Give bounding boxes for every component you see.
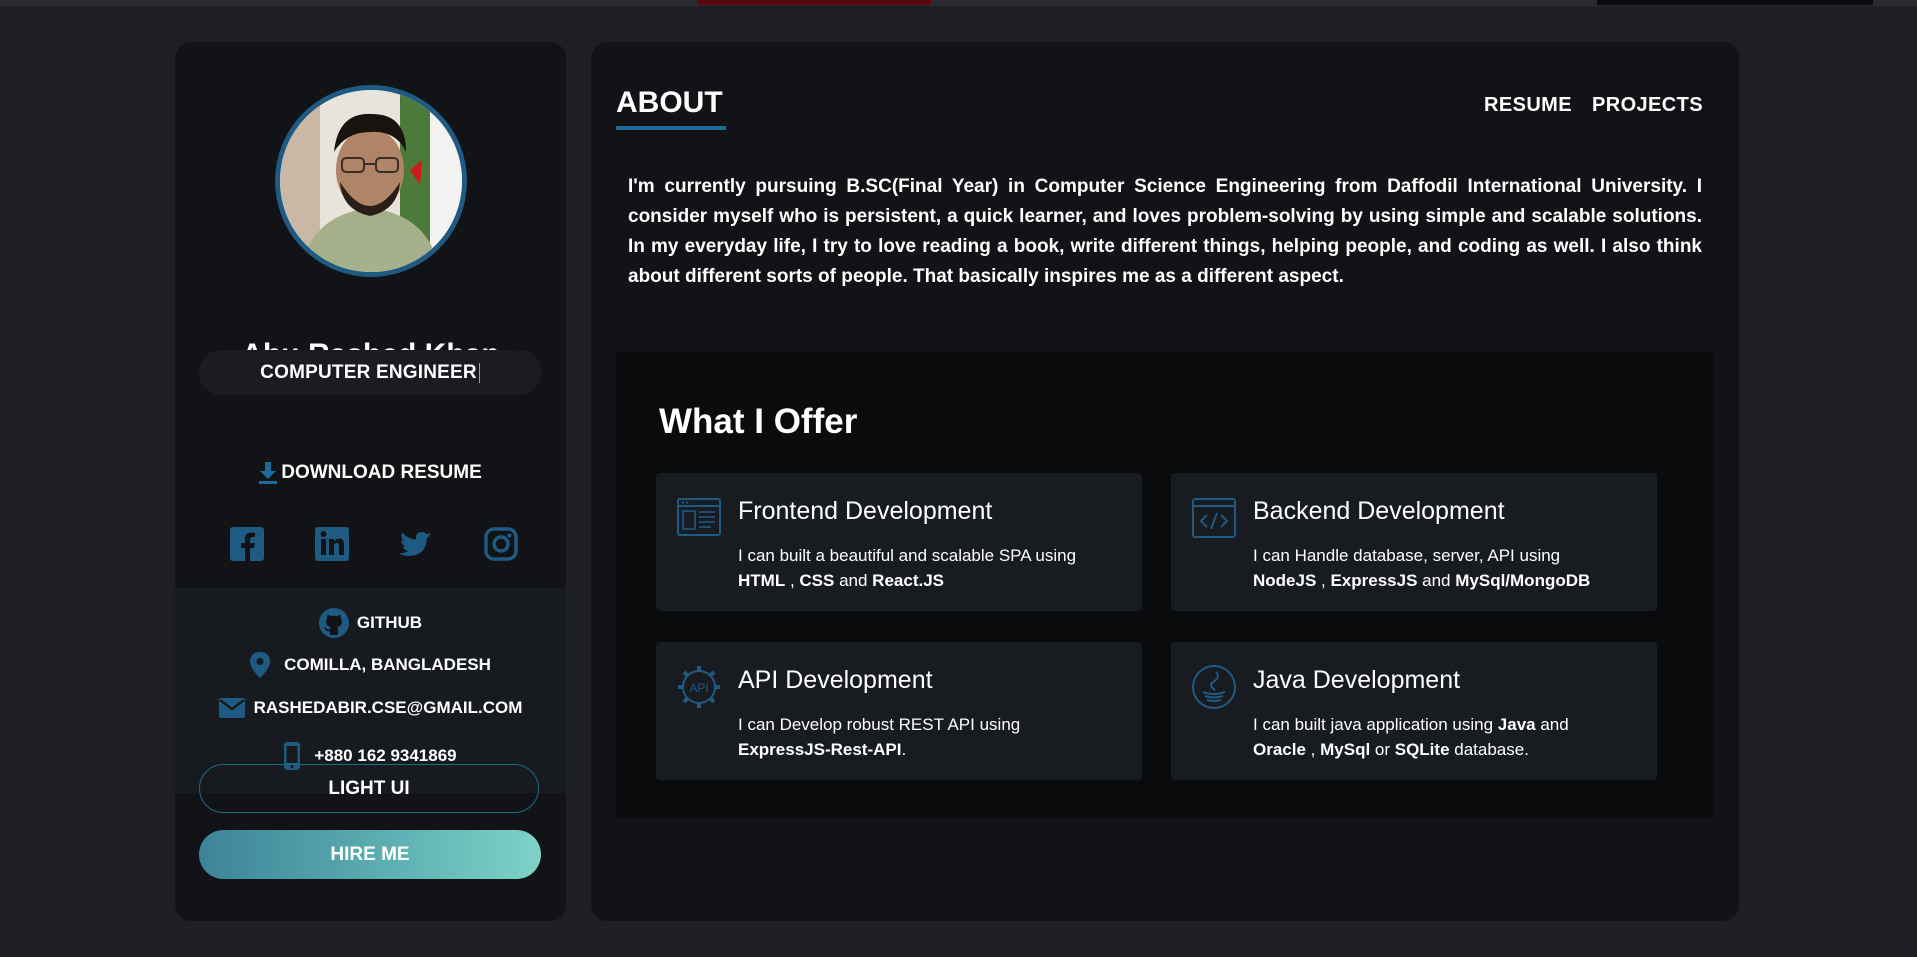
card-desc-text: I can Handle database, server, API using (1253, 546, 1561, 565)
card-desc-sep: , (1305, 740, 1321, 759)
role-badge: COMPUTER ENGINEER (199, 350, 541, 395)
social-links (229, 524, 519, 568)
offer-title: What I Offer (659, 402, 858, 441)
hire-me-button[interactable]: HIRE ME (199, 830, 541, 879)
tech-name: Java (1497, 715, 1536, 734)
tech-name: ExpressJS (1330, 571, 1418, 590)
tech-name: MySql (1320, 740, 1371, 759)
nav-projects[interactable]: PROJECTS (1592, 94, 1703, 117)
profile-sidebar: Abu Rashed Khan COMPUTER ENGINEER DOWNLO… (175, 42, 566, 921)
tech-name: ExpressJS-Rest-API (738, 740, 902, 759)
card-title: API Development (738, 666, 933, 694)
github-icon (318, 608, 349, 638)
contact-info: GITHUB COMILLA, BANGLADESH RASHEDABIR.CS… (175, 588, 566, 793)
github-link[interactable]: GITHUB (175, 608, 566, 638)
typing-cursor (478, 362, 480, 383)
top-strip-segment (1597, 0, 1873, 5)
twitter-icon[interactable] (398, 524, 434, 564)
email-link[interactable]: RASHEDABIR.CSE@GMAIL.COM (175, 698, 566, 718)
card-description: I can built a beautiful and scalable SPA… (738, 543, 1128, 593)
download-icon (259, 462, 278, 484)
tech-name: HTML (738, 571, 786, 590)
card-desc-sep: , (1316, 571, 1331, 590)
service-card-java: Java Development I can built java applic… (1171, 642, 1657, 780)
card-title: Frontend Development (738, 497, 993, 525)
card-description: I can Handle database, server, API using… (1253, 543, 1643, 593)
instagram-icon[interactable] (483, 524, 519, 564)
phone-label: +880 162 9341869 (314, 746, 457, 765)
about-paragraph: I'm currently pursuing B.SC(Final Year) … (628, 176, 1702, 287)
api-gear-icon: API (678, 666, 720, 708)
card-desc-sep: database. (1449, 740, 1529, 759)
linkedin-icon[interactable] (314, 524, 350, 564)
location-item: COMILLA, BANGLADESH (175, 652, 566, 678)
service-card-api: API API Development I can Develop robust… (656, 642, 1142, 780)
light-ui-button[interactable]: LIGHT UI (199, 764, 539, 813)
title-underline (616, 126, 726, 130)
tech-name: React.JS (872, 571, 944, 590)
page-title: ABOUT (616, 86, 723, 119)
avatar (275, 85, 467, 277)
java-icon (1192, 665, 1236, 709)
card-desc-text: I can Develop robust REST API using (738, 715, 1021, 734)
card-desc-sep: and (834, 571, 873, 590)
card-desc-sep: , (785, 571, 800, 590)
email-label: RASHEDABIR.CSE@GMAIL.COM (253, 698, 523, 717)
tech-name: CSS (799, 571, 835, 590)
github-label: GITHUB (356, 613, 423, 632)
profile-photo (280, 90, 462, 272)
service-card-backend: Backend Development I can Handle databas… (1171, 473, 1657, 611)
top-strip (0, 0, 1917, 6)
svg-text:API: API (689, 681, 708, 695)
card-desc-text: I can built java application using (1253, 715, 1494, 734)
card-desc-sep: . (901, 740, 907, 759)
tech-name: MySql/MongoDB (1455, 571, 1591, 590)
download-resume-link[interactable]: DOWNLOAD RESUME (175, 462, 566, 484)
tech-name: SQLite (1394, 740, 1450, 759)
card-desc-text: and (1535, 715, 1569, 734)
card-desc-sep: and (1417, 571, 1456, 590)
tech-name: NodeJS (1253, 571, 1317, 590)
offer-section: What I Offer Frontend Development I can … (616, 352, 1714, 818)
card-description: I can Develop robust REST API using Expr… (738, 712, 1128, 762)
card-title: Java Development (1253, 666, 1461, 694)
nav-resume[interactable]: RESUME (1484, 94, 1572, 117)
card-desc-text: I can built a beautiful and scalable SPA… (738, 546, 1077, 565)
top-nav: RESUME PROJECTS (1484, 94, 1703, 117)
code-icon (1192, 498, 1236, 538)
download-resume-label: DOWNLOAD RESUME (281, 462, 482, 483)
role-text: COMPUTER ENGINEER (260, 361, 477, 383)
top-strip-segment (697, 0, 931, 5)
frontend-icon (677, 498, 721, 536)
card-title: Backend Development (1253, 497, 1505, 525)
tech-name: Oracle (1253, 740, 1306, 759)
main-panel: ABOUT RESUME PROJECTS I'm currently purs… (591, 42, 1739, 921)
card-description: I can built java application using Java … (1253, 712, 1643, 762)
service-card-frontend: Frontend Development I can built a beaut… (656, 473, 1142, 611)
facebook-icon[interactable] (229, 524, 265, 564)
card-desc-sep: or (1370, 740, 1395, 759)
location-label: COMILLA, BANGLADESH (284, 655, 491, 674)
mail-icon (218, 698, 245, 718)
location-pin-icon (250, 652, 271, 678)
